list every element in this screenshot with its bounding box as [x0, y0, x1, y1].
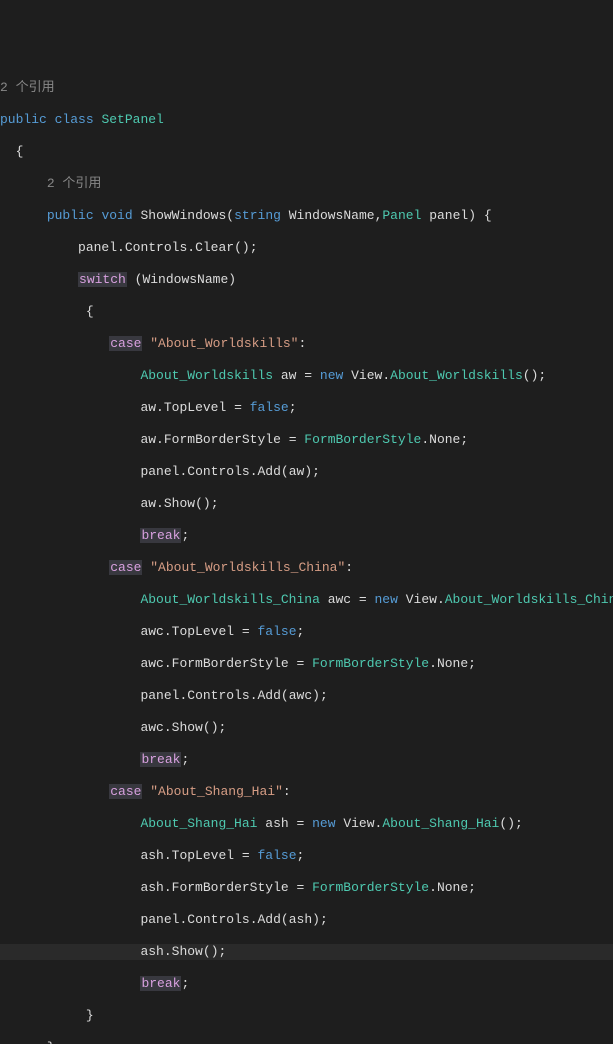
kw-case: case	[109, 560, 142, 575]
kw-public: public	[47, 208, 94, 223]
kw-switch: switch	[78, 272, 127, 287]
kw-false: false	[250, 400, 289, 415]
kw-void: void	[101, 208, 132, 223]
class-name: SetPanel	[101, 112, 163, 127]
kw-string: string	[234, 208, 281, 223]
kw-break: break	[140, 752, 181, 767]
string-literal: "About_Shang_Hai"	[150, 784, 283, 799]
kw-break: break	[140, 976, 181, 991]
kw-public: public	[0, 112, 47, 127]
kw-case: case	[109, 784, 142, 799]
method-name: ShowWindows	[140, 208, 226, 223]
reference-count[interactable]: 2 个引用	[47, 176, 102, 191]
reference-count[interactable]: 2 个引用	[0, 80, 55, 95]
string-literal: "About_Worldskills"	[150, 336, 298, 351]
kw-case: case	[109, 336, 142, 351]
brace: {	[16, 144, 24, 159]
kw-class: class	[55, 112, 94, 127]
string-literal: "About_Worldskills_China"	[150, 560, 345, 575]
code-editor[interactable]: 2 个引用 public class SetPanel { 2 个引用 publ…	[0, 64, 613, 1044]
kw-break: break	[140, 528, 181, 543]
kw-new: new	[320, 368, 343, 383]
